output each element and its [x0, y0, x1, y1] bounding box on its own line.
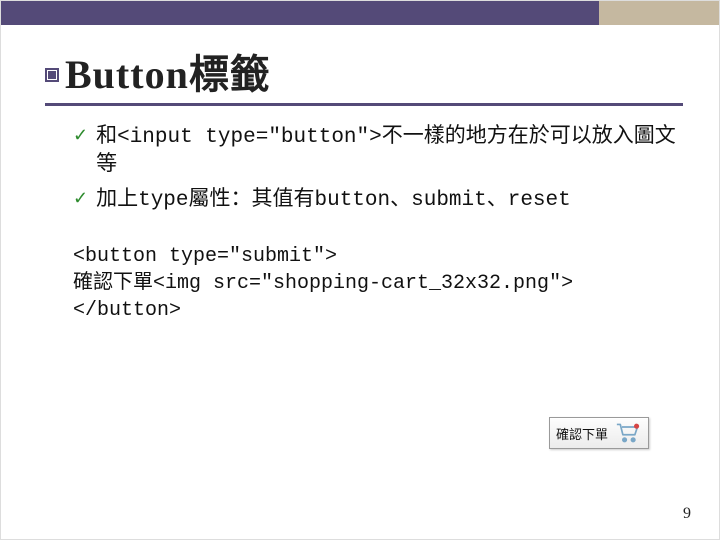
bullet-text: 和<input type="button">不一樣的地方在於可以放入圖文等: [96, 124, 683, 181]
list-item: ✓ 和<input type="button">不一樣的地方在於可以放入圖文等: [73, 124, 683, 181]
demo-button-label: 確認下單: [556, 424, 608, 443]
title-bullet-icon: [45, 68, 59, 82]
list-item: ✓ 加上type屬性：其值有button、submit、reset: [73, 187, 683, 215]
demo-button[interactable]: 確認下單: [549, 417, 649, 449]
bullet-list: ✓ 和<input type="button">不一樣的地方在於可以放入圖文等 …: [45, 124, 683, 215]
code-line: <button type="submit">: [73, 243, 683, 270]
title-row: Button標籤: [45, 53, 683, 97]
check-icon: ✓: [73, 187, 88, 210]
code-line: </button>: [73, 297, 683, 324]
slide-title: Button標籤: [65, 53, 271, 97]
content-area: Button標籤 ✓ 和<input type="button">不一樣的地方在…: [1, 25, 719, 324]
bullet-text: 加上type屬性：其值有button、submit、reset: [96, 187, 571, 215]
shopping-cart-icon: [614, 421, 642, 445]
top-bar: [1, 1, 719, 25]
title-underline: [45, 103, 683, 106]
code-line: 確認下單<img src="shopping-cart_32x32.png">: [73, 270, 683, 297]
top-bar-accent: [599, 1, 719, 25]
slide: Button標籤 ✓ 和<input type="button">不一樣的地方在…: [0, 0, 720, 540]
code-block: <button type="submit"> 確認下單<img src="sho…: [45, 243, 683, 324]
check-icon: ✓: [73, 124, 88, 147]
page-number: 9: [683, 505, 691, 523]
